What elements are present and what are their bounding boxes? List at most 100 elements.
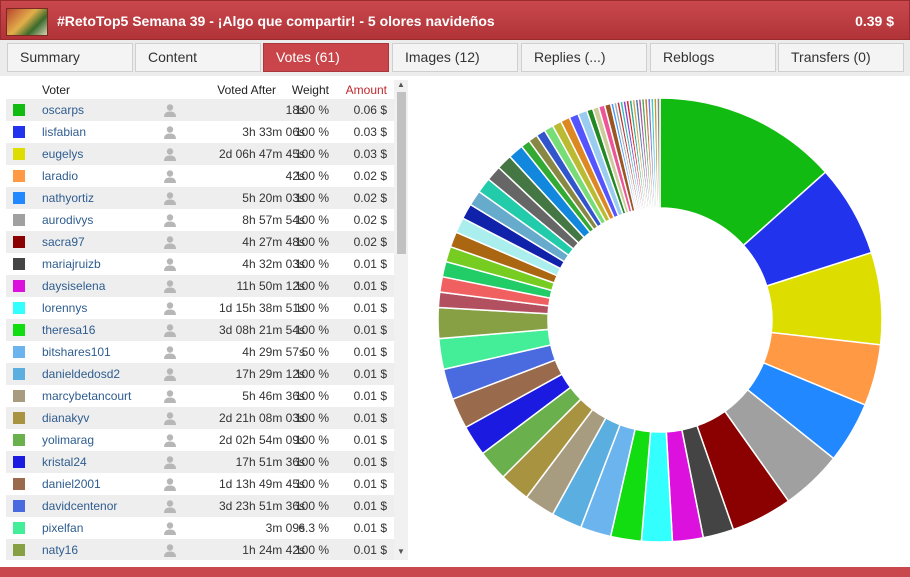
user-icon[interactable]	[163, 323, 177, 337]
weight-value: 100 %	[294, 543, 329, 557]
voted-after-value: 3d 08h 21m 54s	[218, 323, 305, 337]
user-icon[interactable]	[163, 455, 177, 469]
user-icon[interactable]	[163, 367, 177, 381]
user-icon[interactable]	[163, 235, 177, 249]
user-icon[interactable]	[163, 279, 177, 293]
table-row: davidcentenor 3d 23h 51m 36s 100 % 0.01 $	[6, 495, 394, 517]
weight-value: 100 %	[294, 235, 329, 249]
tab-replies[interactable]: Replies (...)	[521, 43, 647, 72]
user-icon[interactable]	[163, 103, 177, 117]
weight-value: 100 %	[294, 125, 329, 139]
voter-name[interactable]: sacra97	[42, 235, 85, 249]
tab-summary[interactable]: Summary	[7, 43, 133, 72]
voted-after-value: 3d 23h 51m 36s	[218, 499, 305, 513]
weight-column-header[interactable]: Weight	[292, 83, 329, 97]
user-icon[interactable]	[163, 345, 177, 359]
table-row: daysiselena 11h 50m 12s 100 % 0.01 $	[6, 275, 394, 297]
amount-value: 0.01 $	[353, 345, 387, 359]
table-row: aurodivys 8h 57m 54s 100 % 0.02 $	[6, 209, 394, 231]
voter-name[interactable]: marcybetancourt	[42, 389, 131, 403]
table-row: lisfabian 3h 33m 06s 100 % 0.03 $	[6, 121, 394, 143]
series-color-swatch	[13, 280, 25, 292]
user-icon[interactable]	[163, 389, 177, 403]
tab-transfers[interactable]: Transfers (0)	[778, 43, 904, 72]
weight-value: 6.3 %	[298, 521, 329, 535]
series-color-swatch	[13, 170, 25, 182]
table-row: lorennys 1d 15h 38m 51s 100 % 0.01 $	[6, 297, 394, 319]
voter-name[interactable]: lisfabian	[42, 125, 86, 139]
voter-name[interactable]: daysiselena	[42, 279, 105, 293]
scroll-down-icon[interactable]: ▼	[397, 547, 405, 556]
voter-name[interactable]: daniel2001	[42, 477, 101, 491]
voted-after-value: 1d 13h 49m 45s	[218, 477, 305, 491]
table-scrollbar[interactable]: ▲ ▼	[394, 80, 408, 560]
amount-value: 0.02 $	[353, 235, 387, 249]
voter-name[interactable]: mariajruizb	[42, 257, 101, 271]
voted-after-value: 2d 02h 54m 09s	[218, 433, 305, 447]
voter-name[interactable]: bitshares101	[42, 345, 111, 359]
amount-value: 0.02 $	[353, 169, 387, 183]
user-icon[interactable]	[163, 125, 177, 139]
voter-name[interactable]: davidcentenor	[42, 499, 117, 513]
amount-value: 0.01 $	[353, 367, 387, 381]
amount-value: 0.02 $	[353, 191, 387, 205]
tab-votes[interactable]: Votes (61)	[263, 43, 389, 72]
voter-name[interactable]: aurodivys	[42, 213, 93, 227]
user-icon[interactable]	[163, 543, 177, 557]
voter-name[interactable]: yolimarag	[42, 433, 94, 447]
scrollbar-thumb[interactable]	[397, 92, 406, 254]
table-row: kristal24 17h 51m 36s 100 % 0.01 $	[6, 451, 394, 473]
user-icon[interactable]	[163, 477, 177, 491]
amount-value: 0.03 $	[353, 147, 387, 161]
voted-after-value: 4h 29m 57s	[242, 345, 305, 359]
voted-after-column-header[interactable]: Voted After	[217, 83, 276, 97]
weight-value: 100 %	[294, 301, 329, 315]
weight-value: 100 %	[294, 367, 329, 381]
table-row: dianakyv 2d 21h 08m 03s 100 % 0.01 $	[6, 407, 394, 429]
vote-rows: oscarps 18s 100 % 0.06 $ lisfabian 3h 33m 06s…	[6, 99, 394, 560]
voter-column-header[interactable]: Voter	[42, 83, 70, 97]
tab-images[interactable]: Images (12)	[392, 43, 518, 72]
user-icon[interactable]	[163, 411, 177, 425]
weight-value: 100 %	[294, 411, 329, 425]
voter-name[interactable]: oscarps	[42, 103, 84, 117]
table-row: mariajruizb 4h 32m 03s 100 % 0.01 $	[6, 253, 394, 275]
user-icon[interactable]	[163, 213, 177, 227]
series-color-swatch	[13, 258, 25, 270]
voter-name[interactable]: eugelys	[42, 147, 83, 161]
voter-name[interactable]: danieldedosd2	[42, 367, 120, 381]
user-icon[interactable]	[163, 169, 177, 183]
user-icon[interactable]	[163, 499, 177, 513]
voter-name[interactable]: dianakyv	[42, 411, 89, 425]
voter-name[interactable]: pixelfan	[42, 521, 83, 535]
amount-value: 0.01 $	[353, 543, 387, 557]
user-icon[interactable]	[163, 521, 177, 535]
voter-name[interactable]: nathyortiz	[42, 191, 94, 205]
table-row: marcybetancourt 5h 46m 36s 100 % 0.01 $	[6, 385, 394, 407]
votes-donut-chart	[437, 97, 883, 543]
amount-value: 0.01 $	[353, 279, 387, 293]
amount-value: 0.01 $	[353, 389, 387, 403]
post-thumbnail	[6, 8, 48, 36]
voter-name[interactable]: kristal24	[42, 455, 87, 469]
amount-value: 0.01 $	[353, 301, 387, 315]
user-icon[interactable]	[163, 257, 177, 271]
voter-name[interactable]: naty16	[42, 543, 78, 557]
tab-reblogs[interactable]: Reblogs	[650, 43, 776, 72]
series-color-swatch	[13, 500, 25, 512]
voter-name[interactable]: theresa16	[42, 323, 95, 337]
voter-name[interactable]: laradio	[42, 169, 78, 183]
weight-value: 100 %	[294, 191, 329, 205]
voter-name[interactable]: lorennys	[42, 301, 87, 315]
voted-after-value: 2d 06h 47m 45s	[218, 147, 305, 161]
scroll-up-icon[interactable]: ▲	[397, 80, 405, 89]
table-row: danieldedosd2 17h 29m 12s 100 % 0.01 $	[6, 363, 394, 385]
user-icon[interactable]	[163, 301, 177, 315]
series-color-swatch	[13, 214, 25, 226]
user-icon[interactable]	[163, 433, 177, 447]
user-icon[interactable]	[163, 191, 177, 205]
user-icon[interactable]	[163, 147, 177, 161]
tab-content[interactable]: Content	[135, 43, 261, 72]
amount-column-header[interactable]: Amount	[346, 83, 387, 97]
table-row: naty16 1h 24m 42s 100 % 0.01 $	[6, 539, 394, 560]
